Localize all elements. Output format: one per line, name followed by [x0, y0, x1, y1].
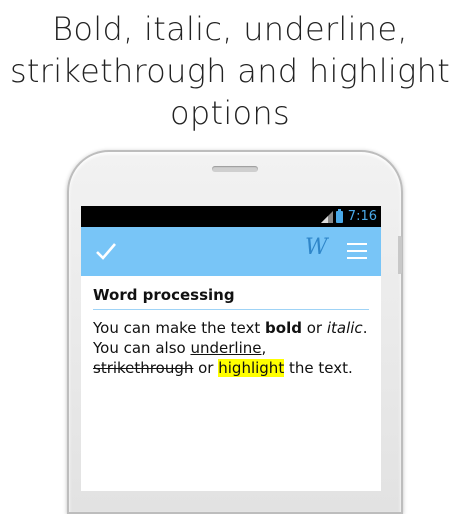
- text-run: You can also: [93, 339, 191, 357]
- bold-text: bold: [265, 319, 302, 337]
- strikethrough-text: strikethrough: [93, 359, 194, 377]
- highlighted-text: highlight: [218, 359, 285, 377]
- check-icon[interactable]: [95, 240, 117, 262]
- document-area[interactable]: Word processing You can make the text bo…: [81, 276, 381, 378]
- caption-line-1: Bold, italic, underline,: [52, 10, 408, 48]
- text-run: the text.: [284, 359, 353, 377]
- phone-screen: 7:16 W Word processing You can make the …: [81, 206, 381, 491]
- signal-icon: [320, 210, 333, 223]
- status-time: 7:16: [347, 209, 377, 224]
- text-run: or: [193, 359, 219, 377]
- hamburger-menu-icon[interactable]: [347, 243, 367, 259]
- italic-text: italic: [326, 319, 363, 337]
- body-line-3: strikethrough or highlight the text.: [93, 358, 369, 378]
- caption-line-3: options: [170, 94, 290, 132]
- app-logo: W: [305, 235, 328, 260]
- body-line-1: You can make the text bold or italic.: [93, 318, 369, 338]
- document-title[interactable]: Word processing: [93, 286, 369, 310]
- underlined-text: underline: [190, 339, 262, 357]
- caption-line-2: strikethrough and highlight: [9, 52, 451, 90]
- text-run: ,: [261, 339, 267, 357]
- text-run: You can make the text: [93, 319, 266, 337]
- body-line-2: You can also underline,: [93, 338, 369, 358]
- battery-icon: [335, 208, 343, 223]
- promo-caption: Bold, italic, underline, strikethrough a…: [0, 8, 460, 134]
- phone-side-button: [398, 236, 402, 274]
- document-body[interactable]: You can make the text bold or italic. Yo…: [93, 318, 369, 378]
- phone-speaker: [212, 166, 258, 172]
- status-bar: 7:16: [81, 206, 381, 227]
- text-run: .: [362, 319, 368, 337]
- text-run: or: [301, 319, 327, 337]
- app-toolbar: W: [81, 227, 381, 276]
